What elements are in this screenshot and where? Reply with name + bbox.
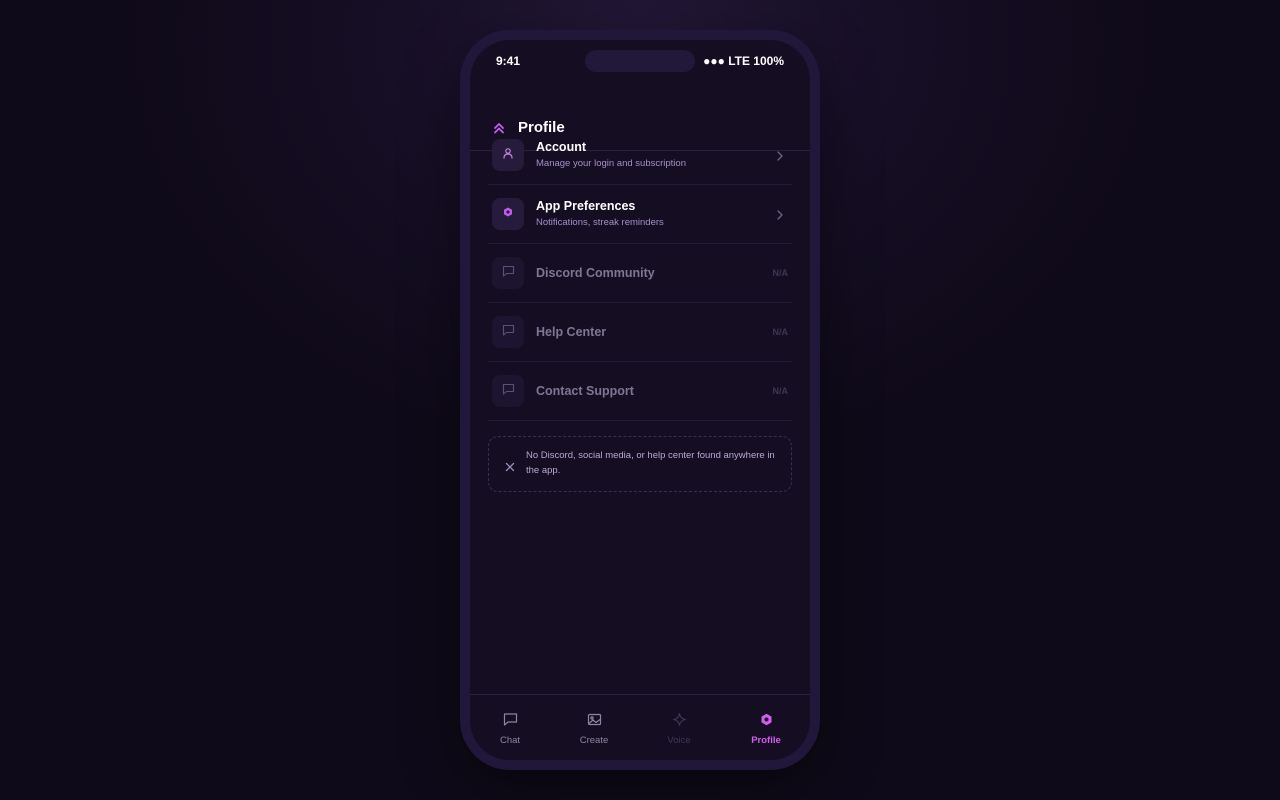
image-icon [587, 712, 602, 727]
menu-item-title: Account [536, 140, 586, 154]
gear-icon [759, 712, 774, 727]
tab-chat[interactable]: Chat [476, 695, 544, 760]
tab-label: Profile [751, 735, 781, 746]
menu-item-subtitle: Manage your login and subscription [536, 158, 686, 169]
tab-label: Chat [499, 735, 521, 746]
tab-label: Create [579, 735, 609, 746]
status-bar: 9:41 ●●● LTE 100% [470, 40, 810, 84]
preferences-icon-box [492, 198, 524, 230]
dynamic-island [585, 50, 695, 72]
chat-bubble-icon [502, 323, 515, 341]
chevron-right-icon [776, 149, 784, 161]
unavailable-badge: N/A [772, 327, 789, 337]
close-icon [505, 459, 515, 472]
support-icon-box [492, 375, 524, 407]
menu-item-subtitle: Notifications, streak reminders [536, 217, 664, 228]
tab-label: Voice [667, 735, 691, 746]
chat-bubble-icon [503, 712, 518, 727]
info-notice: No Discord, social media, or help center… [488, 436, 792, 492]
status-time: 9:41 [496, 54, 521, 68]
tab-voice[interactable]: Voice [645, 695, 713, 760]
discord-icon-box [492, 257, 524, 289]
phone-frame: 9:41 ●●● LTE 100% Profile Account Manage… [460, 30, 820, 770]
app-screen: 9:41 ●●● LTE 100% Profile Account Manage… [470, 40, 810, 760]
menu-item-account[interactable]: Account Manage your login and subscripti… [488, 126, 792, 185]
menu-item-discord-community: Discord Community N/A [488, 244, 792, 303]
menu-item-contact-support: Contact Support N/A [488, 362, 792, 421]
tab-profile[interactable]: Profile [732, 695, 800, 760]
menu-item-title: Help Center [536, 325, 607, 339]
menu-item-title: App Preferences [536, 199, 636, 213]
menu-item-app-preferences[interactable]: App Preferences Notifications, streak re… [488, 185, 792, 244]
chat-bubble-icon [502, 264, 515, 282]
bottom-tab-bar: Chat Create Voice Profile [470, 694, 810, 760]
status-indicators: ●●● LTE 100% [703, 54, 784, 68]
help-icon-box [492, 316, 524, 348]
gear-icon [502, 205, 514, 223]
menu-item-title: Contact Support [536, 384, 634, 398]
account-icon-box [492, 139, 524, 171]
notice-text: No Discord, social media, or help center… [526, 450, 775, 476]
chat-bubble-icon [502, 382, 515, 400]
chevron-right-icon [776, 208, 784, 220]
menu-item-title: Discord Community [536, 266, 655, 280]
unavailable-badge: N/A [772, 386, 789, 396]
user-icon [502, 146, 514, 164]
tab-create[interactable]: Create [560, 695, 628, 760]
menu-item-help-center: Help Center N/A [488, 303, 792, 362]
sparkle-icon [672, 712, 687, 727]
unavailable-badge: N/A [772, 268, 789, 278]
